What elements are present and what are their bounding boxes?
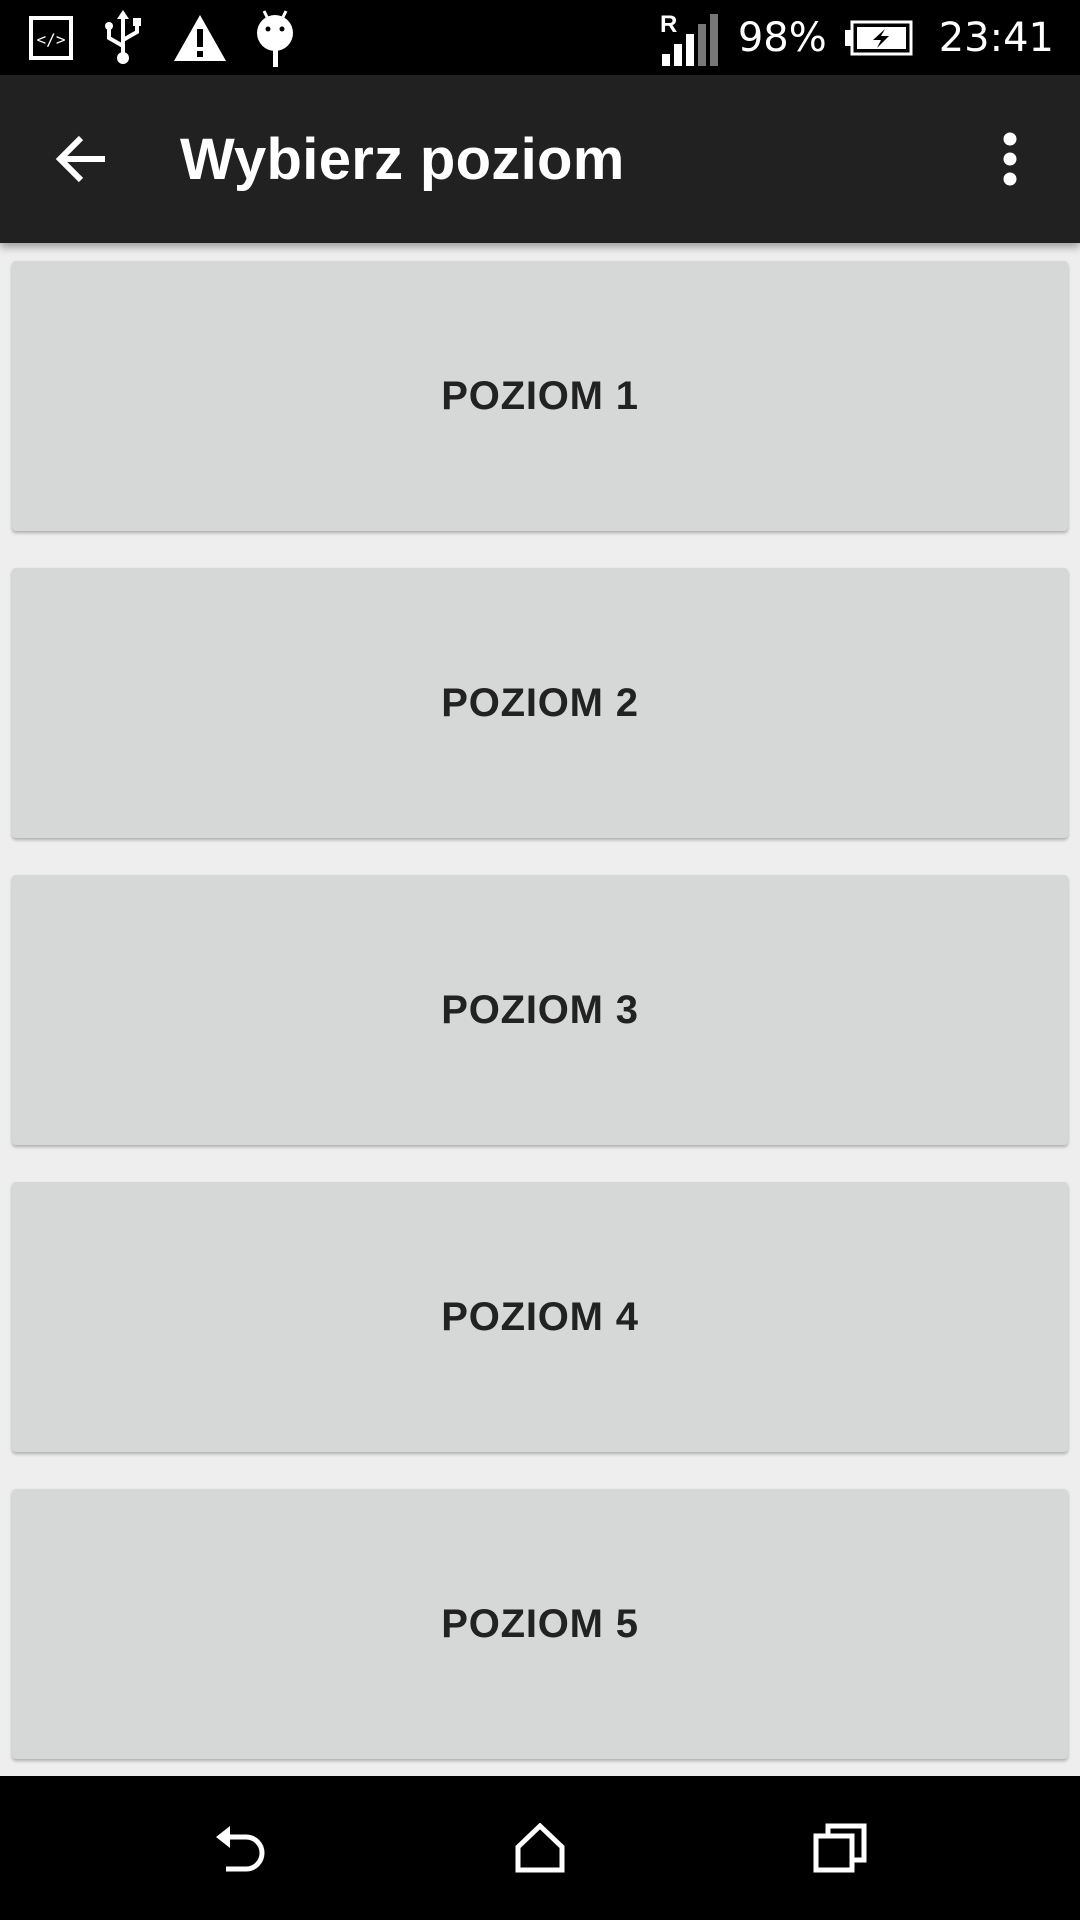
level-5-button[interactable]: POZIOM 5	[12, 1489, 1068, 1759]
svg-text:</>: </>	[37, 30, 66, 49]
clock: 23:41	[938, 14, 1054, 61]
android-debug-icon	[257, 9, 293, 67]
usb-icon	[105, 9, 141, 64]
nav-back-icon	[216, 1826, 265, 1872]
level-list: POZIOM 1 POZIOM 2 POZIOM 3 POZIOM 4 POZI…	[0, 243, 1080, 1776]
level-2-button[interactable]: POZIOM 2	[12, 568, 1068, 838]
overflow-menu-button[interactable]	[960, 109, 1060, 209]
level-label: POZIOM 1	[441, 373, 639, 418]
svg-text:R: R	[660, 11, 677, 38]
status-system-icons: R 98% 23:41	[660, 0, 1054, 75]
arrow-back-icon	[55, 135, 105, 183]
warning-icon	[174, 14, 226, 61]
level-4-button[interactable]: POZIOM 4	[12, 1182, 1068, 1452]
status-bar: </> R 98% 23:41	[0, 0, 1080, 75]
back-button[interactable]	[30, 109, 130, 209]
more-vert-icon	[1003, 132, 1017, 186]
signal-roaming-icon: R	[660, 11, 718, 66]
nav-recents-icon	[813, 1823, 867, 1873]
app-bar: Wybierz poziom	[0, 75, 1080, 243]
level-label: POZIOM 2	[441, 680, 639, 725]
nav-back-button[interactable]	[190, 1798, 290, 1898]
battery-charging-icon	[844, 20, 913, 55]
developer-mode-icon: </>	[29, 15, 73, 60]
battery-percent: 98%	[737, 14, 827, 61]
nav-recents-button[interactable]	[790, 1798, 890, 1898]
page-title: Wybierz poziom	[180, 126, 625, 192]
level-3-button[interactable]: POZIOM 3	[12, 875, 1068, 1145]
level-1-button[interactable]: POZIOM 1	[12, 261, 1068, 531]
nav-home-icon	[515, 1823, 565, 1873]
status-notification-icons: </>	[28, 0, 296, 75]
screen: </> R 98% 23:41 Wybierz poziom POZIOM 1 …	[0, 0, 1080, 1920]
level-label: POZIOM 4	[441, 1294, 639, 1339]
level-label: POZIOM 3	[441, 987, 639, 1032]
nav-home-button[interactable]	[490, 1798, 590, 1898]
navigation-bar	[0, 1776, 1080, 1920]
level-label: POZIOM 5	[441, 1601, 639, 1646]
